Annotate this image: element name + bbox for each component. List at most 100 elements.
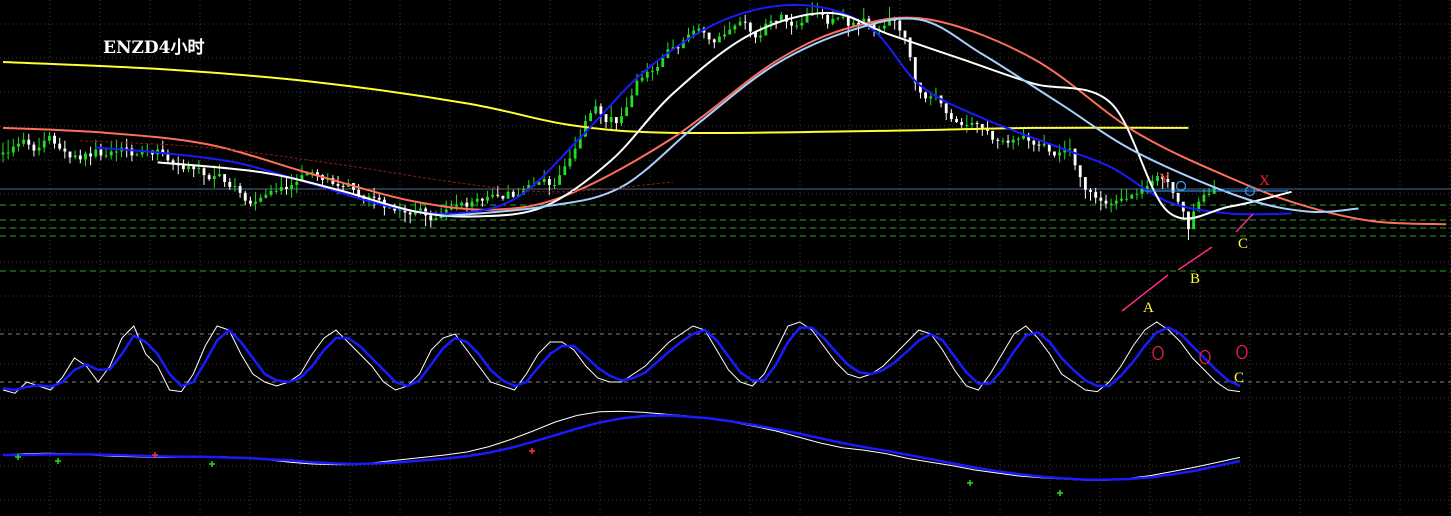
candle-body <box>553 184 556 186</box>
chart-root: X Y A B C C ENZD4小时 <box>0 0 1451 516</box>
candle-body <box>707 32 711 40</box>
candle-body <box>125 147 129 149</box>
candle-body <box>1006 140 1010 143</box>
candle-body <box>929 96 933 99</box>
candle-body <box>1192 211 1196 230</box>
candle-body <box>11 146 15 153</box>
candle-body <box>377 197 381 200</box>
candle-body <box>625 107 629 117</box>
candle-body <box>187 166 190 170</box>
candle-body <box>733 25 737 30</box>
candle-body <box>1 152 5 155</box>
candle-body <box>444 209 448 213</box>
candle-body <box>1145 185 1149 189</box>
grid-layer <box>0 0 1451 516</box>
candle-body <box>630 95 634 108</box>
candle-body <box>723 34 727 37</box>
candle-body <box>898 20 902 31</box>
candle-body <box>795 25 799 27</box>
annot-b-label: B <box>1190 271 1200 287</box>
candle-body <box>202 168 206 176</box>
candle-body <box>769 20 773 24</box>
candle-body <box>233 185 237 187</box>
candle-body <box>1032 140 1036 145</box>
ma-line-2 <box>95 3 1292 216</box>
candle-body <box>609 117 613 123</box>
candle-body <box>640 77 644 81</box>
macd-panel <box>2 410 1241 496</box>
candle-body <box>1053 151 1056 156</box>
candle-body <box>192 166 196 170</box>
candle-body <box>42 140 46 148</box>
candle-body <box>965 124 969 126</box>
annot-y-label: Y <box>1159 171 1170 187</box>
candle-body <box>408 212 412 215</box>
candle-body <box>419 208 422 211</box>
macd-cross-marker <box>1057 490 1063 496</box>
candle-body <box>645 71 649 78</box>
candle-body <box>84 153 87 160</box>
candle-body <box>243 192 247 201</box>
candle-body <box>63 148 67 152</box>
candle-body <box>1089 189 1092 192</box>
annot-x-label: X <box>1259 173 1270 189</box>
candle-body <box>764 23 768 36</box>
chart-title: ENZD4小时 <box>103 38 205 58</box>
ma-line-5 <box>80 140 674 193</box>
candle-body <box>728 29 732 35</box>
candle-body <box>568 158 572 167</box>
candle-body <box>460 202 464 205</box>
candle-body <box>949 113 953 120</box>
candle-body <box>841 16 845 18</box>
candle-body <box>1207 193 1211 195</box>
candle-body <box>496 194 500 196</box>
candle-body <box>712 39 716 43</box>
candle-body <box>285 186 288 189</box>
candle-body <box>480 198 484 201</box>
candle-body <box>831 18 835 24</box>
macd-white-line <box>2 410 1241 481</box>
candle-body <box>218 174 221 177</box>
candle-body <box>295 182 299 185</box>
candle-body <box>486 196 489 201</box>
candle-body <box>274 190 278 192</box>
annot-trendline-b <box>1177 246 1213 271</box>
candle-body <box>1001 140 1005 142</box>
candle-body <box>104 155 108 157</box>
candle-body <box>455 204 458 207</box>
candle-body <box>259 197 263 202</box>
candle-body <box>1135 193 1139 195</box>
candle-body <box>68 151 72 158</box>
candle-body <box>1130 194 1134 199</box>
candle-body <box>491 194 495 197</box>
candle-body <box>1083 177 1087 190</box>
candle-body <box>1120 198 1123 201</box>
candle-body <box>248 200 252 204</box>
candle-body <box>290 184 294 189</box>
candle-body <box>1016 138 1020 140</box>
candle-body <box>212 176 216 180</box>
candle-body <box>743 21 747 23</box>
candle-body <box>53 135 56 144</box>
candle-body <box>991 130 995 140</box>
candle-body <box>748 22 752 32</box>
candle-body <box>207 175 211 180</box>
candle-body <box>78 155 82 160</box>
candle-body <box>17 143 20 147</box>
candle-body <box>563 166 567 176</box>
candle-body <box>228 182 232 187</box>
candle-body <box>501 195 505 199</box>
candle-body <box>37 147 41 151</box>
candle-body <box>924 92 928 99</box>
candle-body <box>32 144 36 151</box>
candle-body <box>6 152 10 154</box>
candle-body <box>836 17 840 19</box>
candle-body <box>620 116 623 123</box>
candle-body <box>89 153 93 157</box>
candle-body <box>114 151 118 153</box>
candle-body <box>94 149 98 157</box>
candle-body <box>852 22 855 26</box>
candle-body <box>1058 152 1062 156</box>
candle-body <box>109 151 113 156</box>
candle-body <box>465 202 469 207</box>
